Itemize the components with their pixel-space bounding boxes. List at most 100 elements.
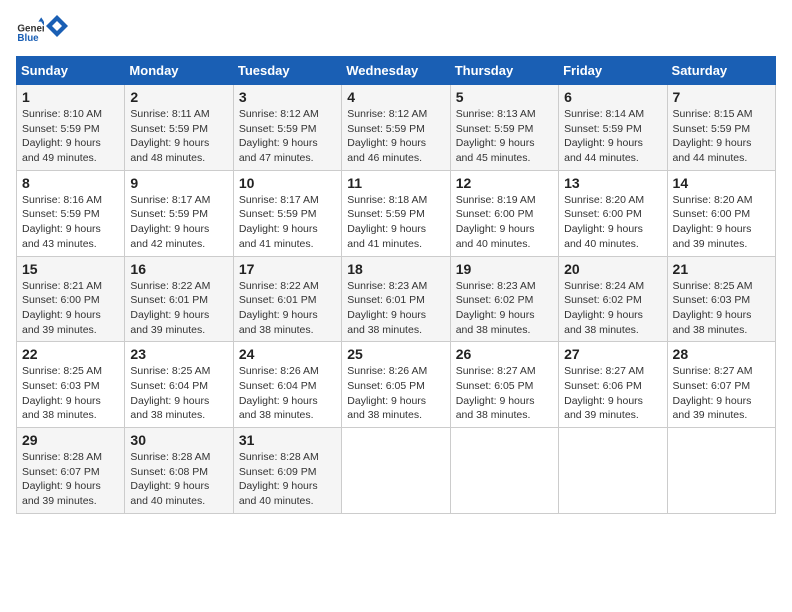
weekday-header-row: SundayMondayTuesdayWednesdayThursdayFrid… bbox=[17, 57, 776, 85]
weekday-header-saturday: Saturday bbox=[667, 57, 775, 85]
day-info: Sunrise: 8:26 AMSunset: 6:04 PMDaylight:… bbox=[239, 365, 319, 421]
calendar-body: 1 Sunrise: 8:10 AMSunset: 5:59 PMDayligh… bbox=[17, 85, 776, 514]
day-number: 20 bbox=[564, 261, 661, 277]
day-number: 6 bbox=[564, 89, 661, 105]
calendar-cell: 10 Sunrise: 8:17 AMSunset: 5:59 PMDaylig… bbox=[233, 170, 341, 256]
calendar-cell bbox=[450, 428, 558, 514]
day-number: 13 bbox=[564, 175, 661, 191]
day-info: Sunrise: 8:28 AMSunset: 6:09 PMDaylight:… bbox=[239, 451, 319, 507]
weekday-header-friday: Friday bbox=[559, 57, 667, 85]
logo-icon: General Blue bbox=[16, 16, 44, 44]
week-row-2: 8 Sunrise: 8:16 AMSunset: 5:59 PMDayligh… bbox=[17, 170, 776, 256]
day-info: Sunrise: 8:13 AMSunset: 5:59 PMDaylight:… bbox=[456, 108, 536, 164]
calendar-cell: 19 Sunrise: 8:23 AMSunset: 6:02 PMDaylig… bbox=[450, 256, 558, 342]
day-number: 12 bbox=[456, 175, 553, 191]
calendar-cell: 2 Sunrise: 8:11 AMSunset: 5:59 PMDayligh… bbox=[125, 85, 233, 171]
day-info: Sunrise: 8:14 AMSunset: 5:59 PMDaylight:… bbox=[564, 108, 644, 164]
week-row-3: 15 Sunrise: 8:21 AMSunset: 6:00 PMDaylig… bbox=[17, 256, 776, 342]
calendar-cell: 24 Sunrise: 8:26 AMSunset: 6:04 PMDaylig… bbox=[233, 342, 341, 428]
day-number: 28 bbox=[673, 346, 770, 362]
calendar-cell: 25 Sunrise: 8:26 AMSunset: 6:05 PMDaylig… bbox=[342, 342, 450, 428]
day-info: Sunrise: 8:26 AMSunset: 6:05 PMDaylight:… bbox=[347, 365, 427, 421]
day-info: Sunrise: 8:28 AMSunset: 6:07 PMDaylight:… bbox=[22, 451, 102, 507]
calendar-cell: 22 Sunrise: 8:25 AMSunset: 6:03 PMDaylig… bbox=[17, 342, 125, 428]
day-number: 31 bbox=[239, 432, 336, 448]
day-info: Sunrise: 8:17 AMSunset: 5:59 PMDaylight:… bbox=[130, 194, 210, 250]
calendar-cell: 14 Sunrise: 8:20 AMSunset: 6:00 PMDaylig… bbox=[667, 170, 775, 256]
weekday-header-thursday: Thursday bbox=[450, 57, 558, 85]
day-info: Sunrise: 8:15 AMSunset: 5:59 PMDaylight:… bbox=[673, 108, 753, 164]
calendar-cell: 27 Sunrise: 8:27 AMSunset: 6:06 PMDaylig… bbox=[559, 342, 667, 428]
day-info: Sunrise: 8:21 AMSunset: 6:00 PMDaylight:… bbox=[22, 280, 102, 336]
calendar-cell: 29 Sunrise: 8:28 AMSunset: 6:07 PMDaylig… bbox=[17, 428, 125, 514]
day-info: Sunrise: 8:25 AMSunset: 6:04 PMDaylight:… bbox=[130, 365, 210, 421]
day-info: Sunrise: 8:20 AMSunset: 6:00 PMDaylight:… bbox=[673, 194, 753, 250]
calendar-cell: 28 Sunrise: 8:27 AMSunset: 6:07 PMDaylig… bbox=[667, 342, 775, 428]
day-info: Sunrise: 8:10 AMSunset: 5:59 PMDaylight:… bbox=[22, 108, 102, 164]
week-row-5: 29 Sunrise: 8:28 AMSunset: 6:07 PMDaylig… bbox=[17, 428, 776, 514]
calendar-cell: 16 Sunrise: 8:22 AMSunset: 6:01 PMDaylig… bbox=[125, 256, 233, 342]
svg-text:Blue: Blue bbox=[17, 33, 39, 44]
calendar-cell bbox=[342, 428, 450, 514]
calendar-cell: 7 Sunrise: 8:15 AMSunset: 5:59 PMDayligh… bbox=[667, 85, 775, 171]
logo-arrow-icon bbox=[46, 15, 68, 37]
calendar-table: SundayMondayTuesdayWednesdayThursdayFrid… bbox=[16, 56, 776, 514]
day-number: 23 bbox=[130, 346, 227, 362]
day-number: 16 bbox=[130, 261, 227, 277]
calendar-cell: 15 Sunrise: 8:21 AMSunset: 6:00 PMDaylig… bbox=[17, 256, 125, 342]
day-number: 24 bbox=[239, 346, 336, 362]
calendar-cell: 9 Sunrise: 8:17 AMSunset: 5:59 PMDayligh… bbox=[125, 170, 233, 256]
day-info: Sunrise: 8:19 AMSunset: 6:00 PMDaylight:… bbox=[456, 194, 536, 250]
day-number: 18 bbox=[347, 261, 444, 277]
day-number: 26 bbox=[456, 346, 553, 362]
day-number: 30 bbox=[130, 432, 227, 448]
calendar-cell: 4 Sunrise: 8:12 AMSunset: 5:59 PMDayligh… bbox=[342, 85, 450, 171]
day-info: Sunrise: 8:25 AMSunset: 6:03 PMDaylight:… bbox=[673, 280, 753, 336]
day-info: Sunrise: 8:12 AMSunset: 5:59 PMDaylight:… bbox=[347, 108, 427, 164]
day-number: 8 bbox=[22, 175, 119, 191]
day-number: 14 bbox=[673, 175, 770, 191]
calendar-cell: 23 Sunrise: 8:25 AMSunset: 6:04 PMDaylig… bbox=[125, 342, 233, 428]
calendar-cell: 1 Sunrise: 8:10 AMSunset: 5:59 PMDayligh… bbox=[17, 85, 125, 171]
day-info: Sunrise: 8:11 AMSunset: 5:59 PMDaylight:… bbox=[130, 108, 209, 164]
calendar-cell: 5 Sunrise: 8:13 AMSunset: 5:59 PMDayligh… bbox=[450, 85, 558, 171]
day-number: 27 bbox=[564, 346, 661, 362]
logo: General Blue bbox=[16, 16, 68, 44]
day-info: Sunrise: 8:17 AMSunset: 5:59 PMDaylight:… bbox=[239, 194, 319, 250]
calendar-cell: 6 Sunrise: 8:14 AMSunset: 5:59 PMDayligh… bbox=[559, 85, 667, 171]
day-number: 3 bbox=[239, 89, 336, 105]
day-number: 5 bbox=[456, 89, 553, 105]
day-info: Sunrise: 8:16 AMSunset: 5:59 PMDaylight:… bbox=[22, 194, 102, 250]
calendar-cell bbox=[559, 428, 667, 514]
day-info: Sunrise: 8:23 AMSunset: 6:02 PMDaylight:… bbox=[456, 280, 536, 336]
calendar-cell bbox=[667, 428, 775, 514]
calendar-cell: 11 Sunrise: 8:18 AMSunset: 5:59 PMDaylig… bbox=[342, 170, 450, 256]
calendar-cell: 26 Sunrise: 8:27 AMSunset: 6:05 PMDaylig… bbox=[450, 342, 558, 428]
week-row-1: 1 Sunrise: 8:10 AMSunset: 5:59 PMDayligh… bbox=[17, 85, 776, 171]
day-number: 29 bbox=[22, 432, 119, 448]
day-number: 7 bbox=[673, 89, 770, 105]
calendar-cell: 13 Sunrise: 8:20 AMSunset: 6:00 PMDaylig… bbox=[559, 170, 667, 256]
day-info: Sunrise: 8:27 AMSunset: 6:05 PMDaylight:… bbox=[456, 365, 536, 421]
calendar-cell: 20 Sunrise: 8:24 AMSunset: 6:02 PMDaylig… bbox=[559, 256, 667, 342]
day-info: Sunrise: 8:28 AMSunset: 6:08 PMDaylight:… bbox=[130, 451, 210, 507]
day-number: 25 bbox=[347, 346, 444, 362]
day-number: 11 bbox=[347, 175, 444, 191]
day-number: 19 bbox=[456, 261, 553, 277]
page-header: General Blue bbox=[16, 16, 776, 44]
weekday-header-monday: Monday bbox=[125, 57, 233, 85]
day-info: Sunrise: 8:27 AMSunset: 6:07 PMDaylight:… bbox=[673, 365, 753, 421]
calendar-cell: 3 Sunrise: 8:12 AMSunset: 5:59 PMDayligh… bbox=[233, 85, 341, 171]
weekday-header-tuesday: Tuesday bbox=[233, 57, 341, 85]
weekday-header-sunday: Sunday bbox=[17, 57, 125, 85]
day-info: Sunrise: 8:25 AMSunset: 6:03 PMDaylight:… bbox=[22, 365, 102, 421]
day-info: Sunrise: 8:20 AMSunset: 6:00 PMDaylight:… bbox=[564, 194, 644, 250]
calendar-cell: 30 Sunrise: 8:28 AMSunset: 6:08 PMDaylig… bbox=[125, 428, 233, 514]
day-number: 17 bbox=[239, 261, 336, 277]
day-info: Sunrise: 8:12 AMSunset: 5:59 PMDaylight:… bbox=[239, 108, 319, 164]
day-number: 9 bbox=[130, 175, 227, 191]
day-info: Sunrise: 8:18 AMSunset: 5:59 PMDaylight:… bbox=[347, 194, 427, 250]
calendar-cell: 18 Sunrise: 8:23 AMSunset: 6:01 PMDaylig… bbox=[342, 256, 450, 342]
day-number: 2 bbox=[130, 89, 227, 105]
calendar-cell: 12 Sunrise: 8:19 AMSunset: 6:00 PMDaylig… bbox=[450, 170, 558, 256]
